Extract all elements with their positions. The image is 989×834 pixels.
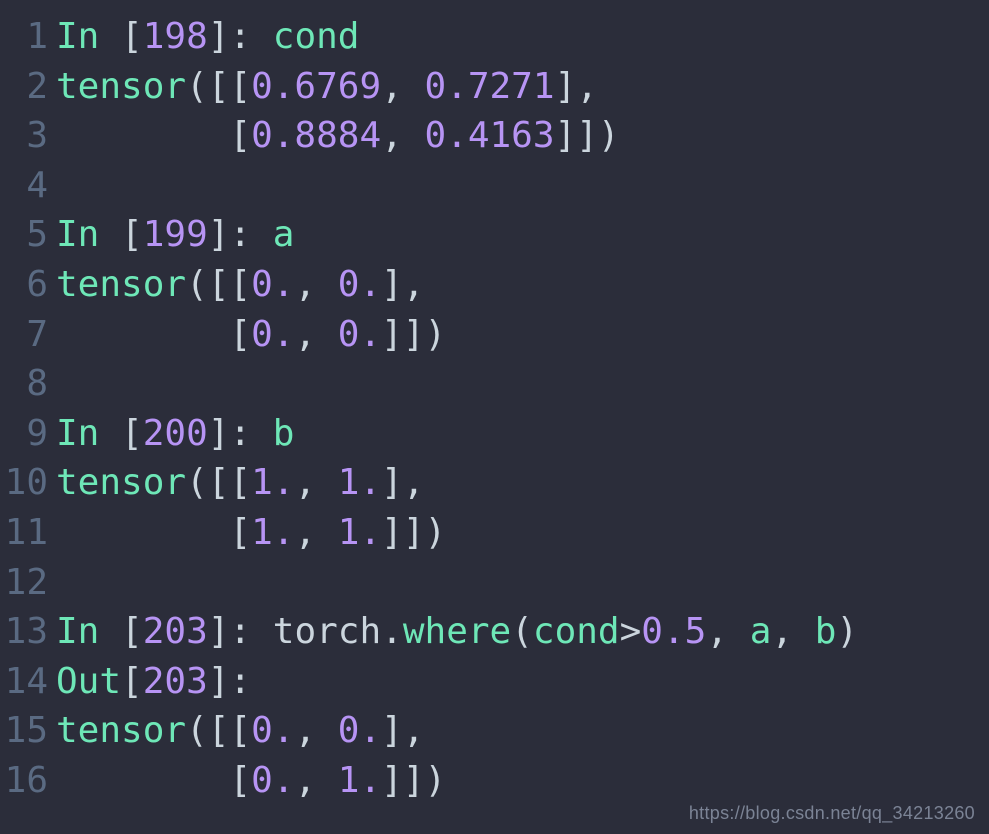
code-line: 4	[0, 161, 989, 211]
line-number: 13	[0, 607, 56, 657]
line-number: 3	[0, 111, 56, 161]
line-number: 10	[0, 458, 56, 508]
code-content: In [203]: torch.where(cond>0.5, a, b)	[56, 607, 989, 657]
code-editor: 1In [198]: cond2tensor([[0.6769, 0.7271]…	[0, 0, 989, 834]
code-line: 11 [1., 1.]])	[0, 508, 989, 558]
line-number: 1	[0, 12, 56, 62]
code-content: tensor([[1., 1.],	[56, 458, 989, 508]
code-content: [0., 1.]])	[56, 756, 989, 806]
code-line: 6tensor([[0., 0.],	[0, 260, 989, 310]
line-number: 12	[0, 558, 56, 608]
code-line: 2tensor([[0.6769, 0.7271],	[0, 62, 989, 112]
line-number: 7	[0, 310, 56, 360]
line-number: 5	[0, 210, 56, 260]
code-content: In [199]: a	[56, 210, 989, 260]
line-number: 14	[0, 657, 56, 707]
code-line: 3 [0.8884, 0.4163]])	[0, 111, 989, 161]
code-content: In [200]: b	[56, 409, 989, 459]
code-line: 15tensor([[0., 0.],	[0, 706, 989, 756]
line-number: 11	[0, 508, 56, 558]
line-number: 15	[0, 706, 56, 756]
code-line: 12	[0, 558, 989, 608]
code-content: [0., 0.]])	[56, 310, 989, 360]
code-content: tensor([[0.6769, 0.7271],	[56, 62, 989, 112]
line-number: 4	[0, 161, 56, 211]
code-lines: 1In [198]: cond2tensor([[0.6769, 0.7271]…	[0, 12, 989, 806]
line-number: 9	[0, 409, 56, 459]
code-line: 16 [0., 1.]])	[0, 756, 989, 806]
line-number: 2	[0, 62, 56, 112]
code-line: 8	[0, 359, 989, 409]
code-line: 10tensor([[1., 1.],	[0, 458, 989, 508]
code-content: In [198]: cond	[56, 12, 989, 62]
code-line: 7 [0., 0.]])	[0, 310, 989, 360]
code-content: [1., 1.]])	[56, 508, 989, 558]
code-line: 9In [200]: b	[0, 409, 989, 459]
code-content: tensor([[0., 0.],	[56, 260, 989, 310]
code-line: 5In [199]: a	[0, 210, 989, 260]
line-number: 6	[0, 260, 56, 310]
code-content: [0.8884, 0.4163]])	[56, 111, 989, 161]
watermark-text: https://blog.csdn.net/qq_34213260	[689, 803, 975, 824]
line-number: 8	[0, 359, 56, 409]
code-content: Out[203]:	[56, 657, 989, 707]
code-line: 1In [198]: cond	[0, 12, 989, 62]
line-number: 16	[0, 756, 56, 806]
code-line: 14Out[203]:	[0, 657, 989, 707]
code-line: 13In [203]: torch.where(cond>0.5, a, b)	[0, 607, 989, 657]
code-content: tensor([[0., 0.],	[56, 706, 989, 756]
